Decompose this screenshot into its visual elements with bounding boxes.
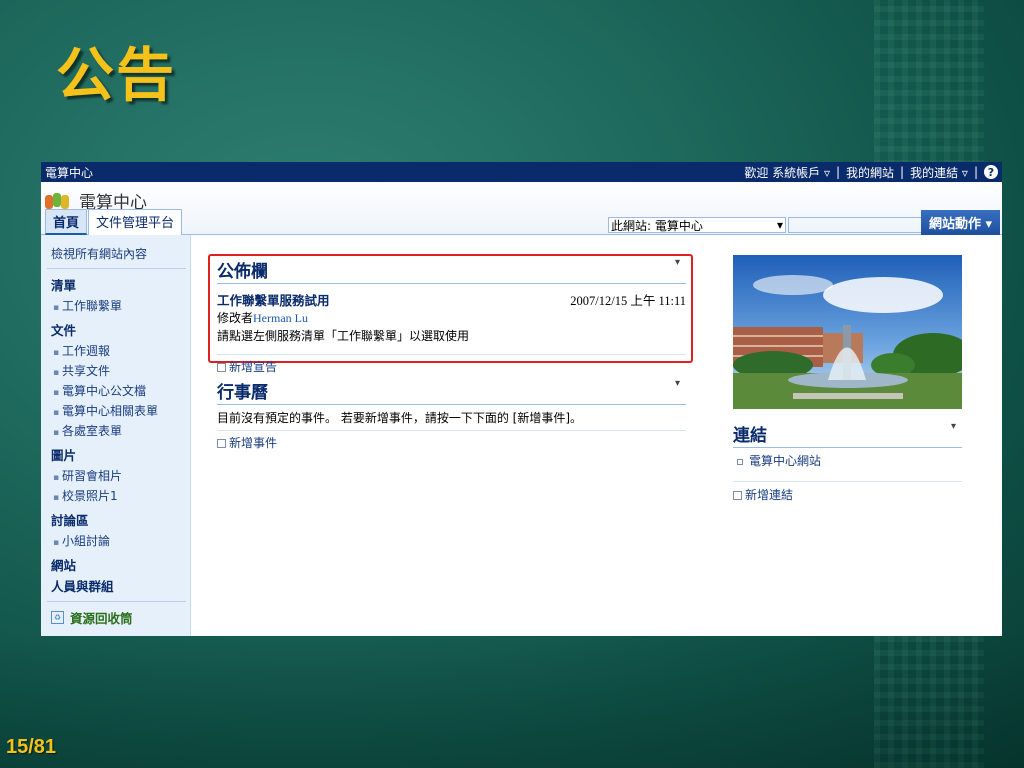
site-header: 電算中心 此網站: 電算中心▾ ⚲ 首頁 文件管理平台 網站動作 ▾ — [41, 182, 1002, 235]
topbar-site-link[interactable]: 電算中心 — [45, 164, 93, 181]
divider: | — [835, 165, 841, 179]
right-column: 連結 ▾ 電算中心網站 新增連結 — [733, 255, 962, 503]
ql-item-campus-photos[interactable]: 校景照片1 — [47, 487, 186, 504]
add-icon — [217, 363, 226, 372]
tab-document-platform[interactable]: 文件管理平台 — [88, 209, 183, 235]
announcement-title-link[interactable]: 工作聯繫單服務試用 — [217, 290, 330, 309]
ql-item-team-discussion[interactable]: 小組討論 — [47, 532, 186, 549]
calendar-title-link[interactable]: 行事曆 — [217, 378, 268, 403]
ql-heading-discussions[interactable]: 討論區 — [47, 510, 186, 529]
ql-item-work-contact[interactable]: 工作聯繫單 — [47, 297, 186, 314]
background-shade — [0, 628, 1024, 768]
modified-user-link[interactable]: Herman Lu — [253, 311, 308, 325]
ql-heading-sites[interactable]: 網站 — [47, 555, 186, 574]
ql-heading-lists[interactable]: 清單 — [47, 275, 186, 294]
search-scope-select[interactable]: 此網站: 電算中心 ▾ — [608, 217, 786, 233]
view-all-site-content-link[interactable]: 檢視所有網站內容 — [47, 243, 186, 269]
ql-item-shared-docs[interactable]: 共享文件 — [47, 362, 186, 379]
webpart-menu-icon[interactable]: ▾ — [675, 378, 686, 403]
add-icon — [217, 439, 226, 448]
campus-photo — [733, 255, 962, 409]
divider: | — [900, 165, 905, 179]
recycle-bin-icon: ♻ — [51, 611, 64, 624]
announcement-date: 2007/12/15 上午 11:11 — [570, 294, 686, 308]
ql-item-center-forms[interactable]: 電算中心相關表單 — [47, 402, 186, 419]
page-body: 檢視所有網站內容 清單 工作聯繫單 文件 工作週報 共享文件 電算中心公文檔 電… — [41, 235, 1002, 636]
links-title-link[interactable]: 連結 — [733, 421, 767, 446]
tab-home[interactable]: 首頁 — [45, 209, 88, 235]
link-item-center-website[interactable]: 電算中心網站 — [733, 452, 962, 469]
announcements-title-link[interactable]: 公佈欄 — [217, 257, 268, 282]
webpart-title: 連結 ▾ — [733, 421, 962, 448]
webpart-menu-icon[interactable]: ▾ — [951, 421, 962, 446]
welcome-menu[interactable]: 歡迎 系統帳戶 ▿ — [744, 164, 830, 181]
sharepoint-window: 電算中心 歡迎 系統帳戶 ▿ | 我的網站 | 我的連結 ▿ | ? 電算中心 … — [41, 162, 1002, 636]
announcement-item: 工作聯繫單服務試用 2007/12/15 上午 11:11 — [217, 290, 686, 309]
recycle-bin-link[interactable]: ♻ 資源回收筒 — [47, 601, 186, 633]
ql-item-weekly-report[interactable]: 工作週報 — [47, 342, 186, 359]
main-content: 公佈欄 ▾ 工作聯繫單服務試用 2007/12/15 上午 11:11 修改者H… — [191, 235, 1002, 636]
add-announcement-link[interactable]: 新增宣告 — [217, 354, 686, 375]
webpart-title: 公佈欄 ▾ — [217, 257, 686, 284]
ql-item-official-docs[interactable]: 電算中心公文檔 — [47, 382, 186, 399]
people-logo-icon — [45, 191, 71, 211]
webpart-menu-icon[interactable]: ▾ — [675, 257, 686, 282]
ql-heading-people-groups[interactable]: 人員與群組 — [47, 576, 186, 595]
announcements-webpart: 公佈欄 ▾ 工作聯繫單服務試用 2007/12/15 上午 11:11 修改者H… — [217, 257, 686, 375]
ql-item-seminar-photos[interactable]: 研習會相片 — [47, 467, 186, 484]
divider: | — [973, 165, 978, 179]
calendar-webpart: 行事曆 ▾ 目前沒有預定的事件。 若要新增事件，請按一下下面的 [新增事件]。 … — [217, 378, 686, 451]
top-nav-tabs: 首頁 文件管理平台 — [45, 209, 183, 235]
announcement-modified-by: 修改者Herman Lu — [217, 311, 308, 325]
calendar-empty-text: 目前沒有預定的事件。 若要新增事件，請按一下下面的 [新增事件]。 — [217, 411, 582, 425]
quick-launch: 檢視所有網站內容 清單 工作聯繫單 文件 工作週報 共享文件 電算中心公文檔 電… — [41, 235, 191, 636]
bullet-icon — [737, 458, 743, 465]
webpart-title: 行事曆 ▾ — [217, 378, 686, 405]
add-icon — [733, 491, 742, 500]
chevron-down-icon: ▾ — [776, 218, 783, 232]
page-number: 15/81 — [6, 736, 57, 758]
site-actions-button[interactable]: 網站動作 ▾ — [920, 210, 1000, 235]
help-icon[interactable]: ? — [984, 165, 998, 179]
my-site-link[interactable]: 我的網站 — [846, 164, 894, 181]
slide-title: 公告 — [56, 41, 177, 109]
ql-heading-documents[interactable]: 文件 — [47, 320, 186, 339]
announcement-body: 請點選左側服務清單「工作聯繫單」以選取使用 — [217, 329, 470, 343]
links-webpart: 連結 ▾ 電算中心網站 新增連結 — [733, 421, 962, 503]
global-topbar: 電算中心 歡迎 系統帳戶 ▿ | 我的網站 | 我的連結 ▿ | ? — [41, 162, 1002, 182]
ql-heading-pictures[interactable]: 圖片 — [47, 445, 186, 464]
my-links-menu[interactable]: 我的連結 ▿ — [910, 164, 968, 181]
ql-item-office-forms[interactable]: 各處室表單 — [47, 422, 186, 439]
add-event-link[interactable]: 新增事件 — [217, 430, 686, 451]
campus-photo-image — [733, 255, 962, 409]
add-link-link[interactable]: 新增連結 — [733, 481, 962, 503]
